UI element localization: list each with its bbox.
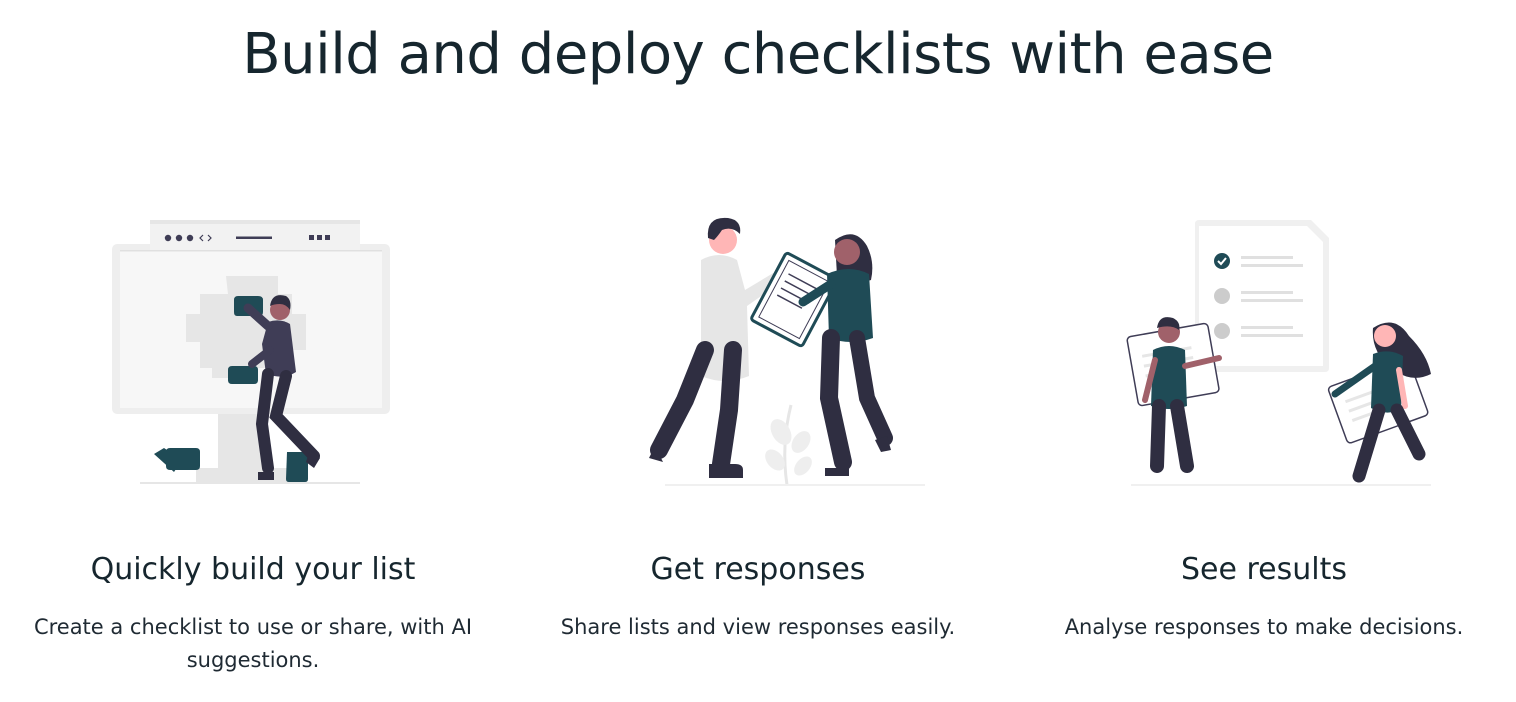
feature-description: Create a checklist to use or share, with…	[33, 615, 473, 672]
feature-see-results: See results Analyse responses to make de…	[1011, 0, 1516, 702]
feature-title: See results	[1181, 552, 1347, 587]
feature-build-list: Quickly build your list Create a checkli…	[0, 0, 506, 702]
feature-description: Analyse responses to make decisions.	[1064, 615, 1464, 639]
feature-title: Quickly build your list	[90, 552, 416, 587]
feature-description: Share lists and view responses easily.	[560, 615, 956, 639]
see-results-illustration	[1011, 210, 1516, 495]
feature-title: Get responses	[650, 552, 866, 587]
get-responses-illustration	[505, 210, 1011, 495]
feature-get-responses: Get responses Share lists and view respo…	[505, 0, 1011, 702]
build-list-illustration	[0, 210, 506, 495]
